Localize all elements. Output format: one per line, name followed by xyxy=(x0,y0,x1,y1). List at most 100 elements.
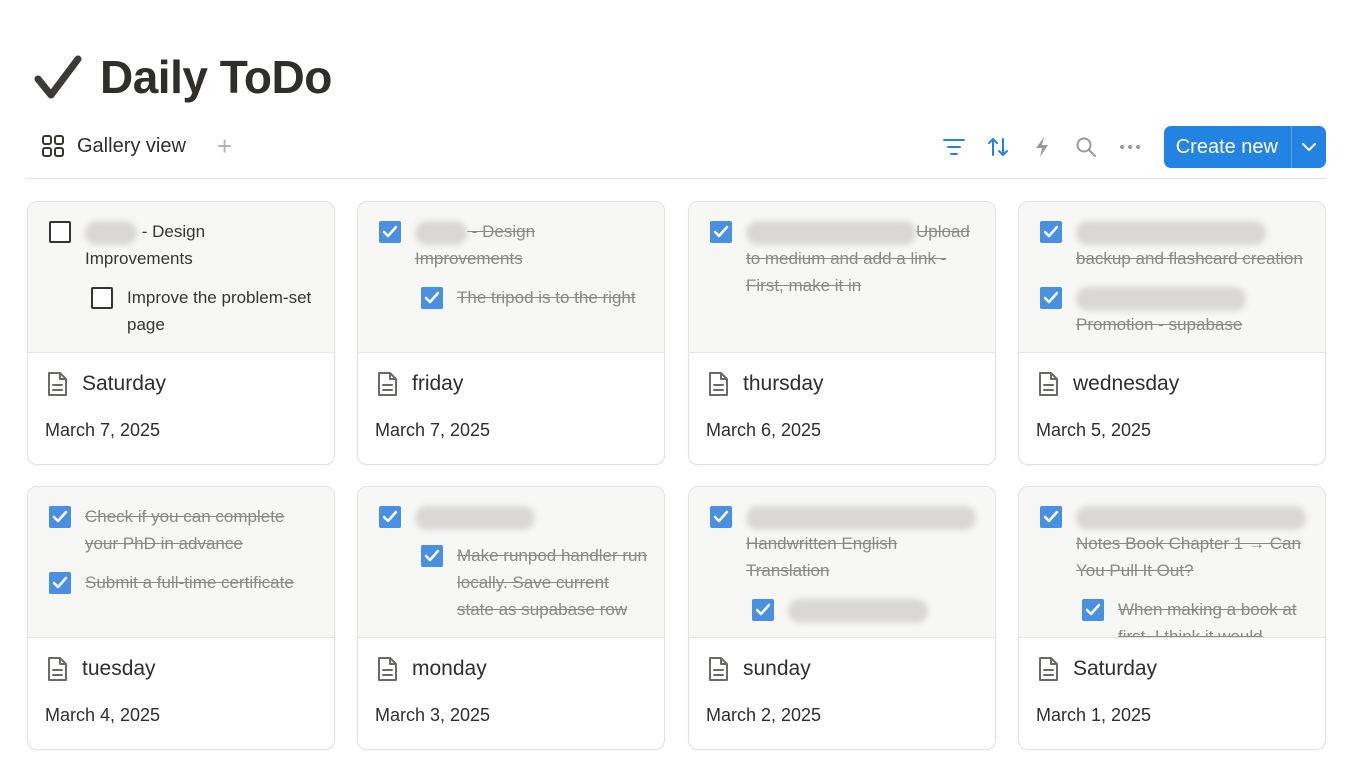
redacted-text xyxy=(746,505,976,530)
redacted-text xyxy=(1076,505,1306,530)
check-icon xyxy=(382,225,398,238)
gallery-card[interactable]: Handwritten English Translation sunday Mar… xyxy=(688,486,996,750)
card-title: friday xyxy=(376,371,463,397)
gallery-card[interactable]: backup and flashcard creation Promotion -… xyxy=(1018,201,1326,465)
search-icon xyxy=(1076,137,1096,157)
card-name: sunday xyxy=(743,657,811,680)
page-document-icon xyxy=(48,657,67,681)
todo-checkbox[interactable] xyxy=(1040,287,1062,309)
card-title: sunday xyxy=(707,656,811,682)
check-icon xyxy=(713,225,729,238)
todo-label: Check if you can complete your PhD in ad… xyxy=(85,507,285,553)
redacted-text xyxy=(1076,220,1266,245)
todo-checkbox[interactable] xyxy=(421,287,443,309)
redacted-text xyxy=(1076,286,1246,311)
card-preview: Handwritten English Translation xyxy=(689,487,995,638)
todo-item: - Design Improvements xyxy=(49,218,317,272)
todo-text: - Design Improvements xyxy=(85,218,317,272)
card-title: Saturday xyxy=(1037,656,1157,682)
todo-checkbox[interactable] xyxy=(49,221,71,243)
todo-item: backup and flashcard creation xyxy=(1040,220,1308,272)
card-title: tuesday xyxy=(46,656,156,682)
todo-checkbox[interactable] xyxy=(710,221,732,243)
todo-text: Upload to medium and add a link - First,… xyxy=(746,218,978,299)
sort-arrows-icon xyxy=(987,138,1008,156)
todo-checkbox[interactable] xyxy=(1082,599,1104,621)
todo-item xyxy=(379,503,647,530)
more-options-button[interactable] xyxy=(1108,127,1152,167)
todo-checkbox[interactable] xyxy=(49,506,71,528)
todo-text: When making a book at first, I think it … xyxy=(1118,596,1308,637)
filter-button[interactable] xyxy=(932,127,976,167)
tab-gallery-view[interactable]: Gallery view xyxy=(41,134,186,158)
card-date: March 5, 2025 xyxy=(1036,420,1152,440)
page-title: Daily ToDo xyxy=(100,51,332,103)
gallery-card[interactable]: Make runpod handler run locally. Save cu… xyxy=(357,486,665,750)
card-date: March 7, 2025 xyxy=(45,420,161,440)
gallery-card[interactable]: Upload to medium and add a link - First,… xyxy=(688,201,996,465)
todo-item: The tripod is to the right xyxy=(421,287,647,311)
card-date: March 7, 2025 xyxy=(375,420,491,440)
create-new-dropdown[interactable] xyxy=(1291,126,1326,168)
todo-label: Handwritten English Translation xyxy=(746,534,898,580)
card-title: Saturday xyxy=(46,371,166,397)
page-document-icon xyxy=(709,657,728,681)
check-icon xyxy=(424,291,440,304)
gallery-card[interactable]: - Design Improvements The tripod is to th… xyxy=(357,201,665,465)
add-view-button[interactable]: + xyxy=(217,133,232,159)
todo-label: Submit a full-time certificate xyxy=(85,573,294,592)
page-document-icon xyxy=(48,372,67,396)
todo-label: Improve the problem-set page xyxy=(127,288,312,334)
gallery-card[interactable]: Check if you can complete your PhD in ad… xyxy=(27,486,335,750)
card-preview: backup and flashcard creation Promotion -… xyxy=(1019,202,1325,353)
card-date: March 2, 2025 xyxy=(706,705,822,725)
check-icon xyxy=(52,510,68,523)
create-new-button[interactable]: Create new xyxy=(1164,126,1291,168)
todo-item: Improve the problem-set page xyxy=(91,287,317,338)
card-date: March 3, 2025 xyxy=(375,705,491,725)
redacted-text xyxy=(788,598,928,623)
todo-checkbox[interactable] xyxy=(752,599,774,621)
gallery-card[interactable]: - Design Improvements Improve the problem… xyxy=(27,201,335,465)
todo-checkbox[interactable] xyxy=(91,287,113,309)
todo-text: Promotion - supabase xyxy=(1076,284,1308,338)
todo-text xyxy=(788,596,978,623)
todo-item: Promotion - supabase xyxy=(1040,284,1308,338)
todo-checkbox[interactable] xyxy=(49,572,71,594)
todo-text: Handwritten English Translation xyxy=(746,503,978,584)
todo-item: Notes Book Chapter 1 → Can You Pull It O… xyxy=(1040,505,1308,584)
filter-icon xyxy=(942,139,965,155)
todo-item: Check if you can complete your PhD in ad… xyxy=(49,506,317,557)
search-button[interactable] xyxy=(1064,127,1108,167)
todo-checkbox[interactable] xyxy=(1040,221,1062,243)
page-header: Daily ToDo xyxy=(32,50,332,104)
check-icon xyxy=(713,510,729,523)
card-name: wednesday xyxy=(1073,372,1180,395)
todo-text: - Design Improvements xyxy=(415,218,647,272)
todo-checkbox[interactable] xyxy=(710,506,732,528)
sort-button[interactable] xyxy=(976,127,1020,167)
redacted-text xyxy=(85,220,137,245)
todo-checkbox[interactable] xyxy=(1040,506,1062,528)
card-preview: Check if you can complete your PhD in ad… xyxy=(28,487,334,638)
todo-checkbox[interactable] xyxy=(379,506,401,528)
todo-item: Upload to medium and add a link - First,… xyxy=(710,218,978,299)
card-name: friday xyxy=(412,372,464,395)
todo-checkbox[interactable] xyxy=(421,545,443,567)
todo-item: - Design Improvements xyxy=(379,218,647,272)
todo-item xyxy=(752,596,978,623)
todo-text xyxy=(415,503,647,530)
checkmark-icon xyxy=(34,55,82,99)
card-date: March 4, 2025 xyxy=(45,705,161,725)
automation-button[interactable] xyxy=(1020,127,1064,167)
toolbar-actions: Create new xyxy=(932,126,1326,168)
check-icon xyxy=(755,603,771,616)
gallery-card[interactable]: Notes Book Chapter 1 → Can You Pull It O… xyxy=(1018,486,1326,750)
card-preview: - Design Improvements The tripod is to th… xyxy=(358,202,664,353)
todo-text: The tripod is to the right xyxy=(457,284,647,311)
redacted-text xyxy=(746,220,916,245)
todo-item: When making a book at first, I think it … xyxy=(1082,596,1308,637)
lightning-icon xyxy=(1035,137,1048,157)
card-preview: Upload to medium and add a link - First,… xyxy=(689,202,995,353)
todo-checkbox[interactable] xyxy=(379,221,401,243)
